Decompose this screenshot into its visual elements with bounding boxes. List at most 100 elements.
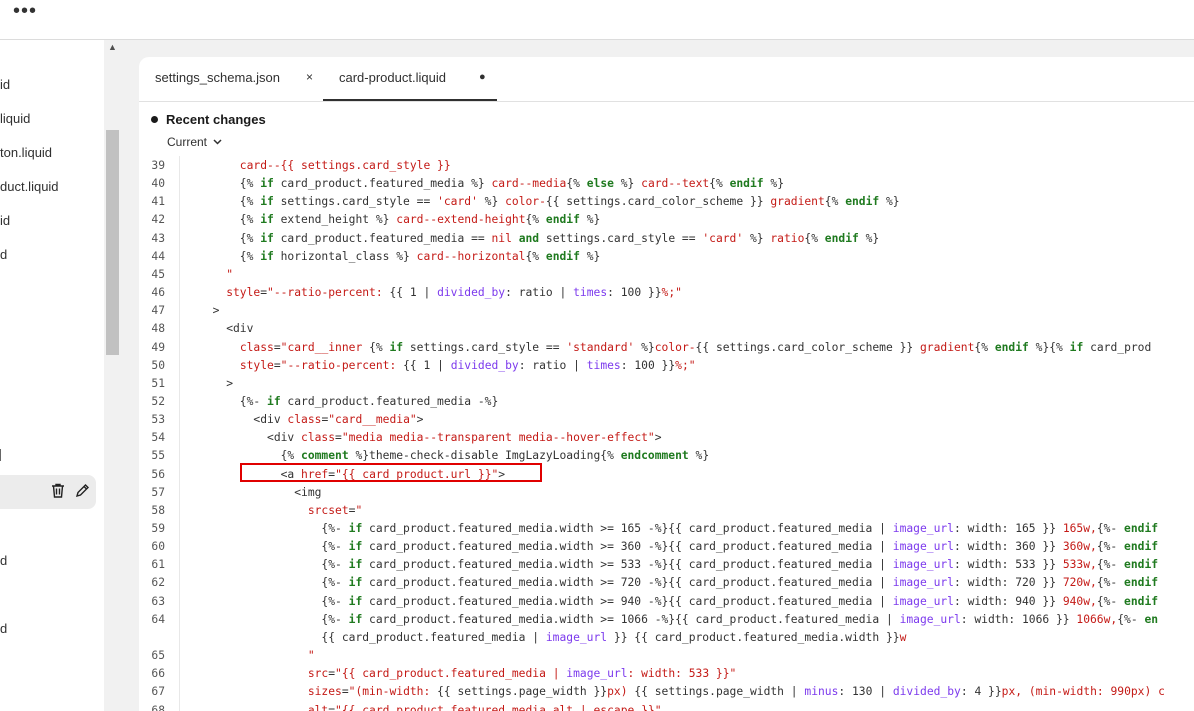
line-number: 61 [151, 558, 165, 572]
code-line[interactable]: 49 class="card__inner {% if settings.car… [139, 339, 1194, 357]
sidebar-file-item[interactable]: duct.liquid [0, 179, 59, 194]
code-token: {%- [199, 612, 349, 626]
code-text: {% if settings.card_style == 'card' %} c… [199, 193, 900, 211]
sidebar-file-item[interactable]: d [0, 553, 7, 568]
code-line[interactable]: 67 sizes="(min-width: {{ settings.page_w… [139, 683, 1194, 701]
code-line[interactable]: 47 > [139, 302, 1194, 320]
code-line[interactable]: 46 style="--ratio-percent: {{ 1 | divide… [139, 284, 1194, 302]
code-line[interactable]: 41 {% if settings.card_style == 'card' %… [139, 193, 1194, 211]
code-text: {{ card_product.featured_media | image_u… [199, 629, 906, 647]
code-token: 360w, [1062, 540, 1097, 554]
code-token: : 100 }} [620, 358, 676, 372]
code-token: : ratio | [518, 358, 587, 372]
code-line[interactable]: 51 > [139, 375, 1194, 393]
code-line[interactable]: 39 card--{{ settings.card_style }} [139, 157, 1194, 175]
code-line[interactable]: 68 alt="{{ card_product.featured_media.a… [139, 702, 1194, 711]
code-line[interactable]: 40 {% if card_product.featured_media %} … [139, 175, 1194, 193]
code-token: if [260, 213, 274, 227]
line-number: 68 [151, 703, 165, 711]
version-dropdown[interactable]: Current [167, 135, 222, 149]
line-number: 64 [151, 612, 165, 626]
code-line[interactable]: 59 {%- if card_product.featured_media.wi… [139, 520, 1194, 538]
code-token: {% [525, 249, 546, 263]
tab-settings-schema[interactable]: settings_schema.json [155, 70, 280, 85]
code-token: {{ settings.page_width | [634, 685, 805, 699]
code-token: : width: 360 }} [953, 540, 1063, 554]
scroll-up-arrow-icon[interactable]: ▲ [108, 42, 117, 52]
code-token: {%- [199, 540, 349, 554]
code-line[interactable]: 52 {%- if card_product.featured_media -%… [139, 393, 1194, 411]
line-number: 43 [151, 231, 165, 245]
code-token: endif [1124, 558, 1159, 572]
sidebar-file-item[interactable]: liquid [0, 111, 30, 126]
line-number: 59 [151, 522, 165, 535]
code-token: %} [743, 231, 771, 245]
code-token: %} [477, 195, 506, 209]
code-token: 1066w, [1076, 612, 1118, 626]
code-line[interactable]: 43 {% if card_product.featured_media == … [139, 230, 1194, 248]
trash-icon[interactable] [51, 483, 65, 498]
code-token: "--ratio-percent: [280, 358, 404, 372]
sidebar-file-item[interactable]: ton.liquid [0, 145, 52, 160]
code-text: {%- if card_product.featured_media.width… [199, 593, 1158, 611]
code-line[interactable]: 48 <div [139, 320, 1194, 338]
code-token: {% [199, 177, 261, 191]
sidebar-scrollbar[interactable]: ▲ [104, 40, 120, 711]
code-token: image_url [892, 558, 954, 572]
code-content[interactable]: 39 card--{{ settings.card_style }} 40 {% … [139, 156, 1194, 711]
code-line[interactable]: 44 {% if horizontal_class %} card--horiz… [139, 248, 1194, 266]
code-token: : width: 720 }} [953, 576, 1063, 590]
code-text: card--{{ settings.card_style }} [199, 157, 451, 175]
code-line[interactable]: 54 <div class="media media--transparent … [139, 429, 1194, 447]
tab-card-product[interactable]: card-product.liquid [339, 70, 446, 85]
code-token: ratio [770, 231, 805, 245]
sidebar-file-item[interactable]: id [0, 213, 10, 228]
code-token: card_product.featured_media.width >= 720… [362, 576, 893, 590]
code-token: endif [1124, 594, 1159, 608]
code-token: class [239, 340, 274, 354]
code-token: {% [709, 177, 730, 191]
code-line[interactable]: {{ card_product.featured_media | image_u… [139, 629, 1194, 647]
code-token: card_product.featured_media -%} [280, 394, 499, 408]
close-tab-icon[interactable]: × [306, 70, 313, 84]
code-line[interactable]: 62 {%- if card_product.featured_media.wi… [139, 574, 1194, 592]
recent-changes-header: Recent changes [151, 112, 266, 127]
code-line[interactable]: 60 {%- if card_product.featured_media.wi… [139, 538, 1194, 556]
code-token: 'card' [702, 231, 744, 245]
code-line[interactable]: 65 " [139, 647, 1194, 665]
code-line[interactable]: 58 srcset=" [139, 502, 1194, 520]
code-token: comment [301, 449, 349, 463]
code-line[interactable]: 42 {% if extend_height %} card--extend-h… [139, 211, 1194, 229]
line-number: 51 [151, 376, 165, 390]
code-token: "--ratio-percent: [267, 286, 390, 300]
code-token: times [586, 358, 621, 372]
code-token: card_product.featured_media.width >= 165… [362, 522, 893, 535]
sidebar-file-item[interactable]: id [0, 77, 10, 92]
sidebar-file-item[interactable]: d [0, 247, 7, 262]
line-number: 48 [151, 322, 165, 336]
code-line[interactable]: 45 " [139, 266, 1194, 284]
code-token: nil [491, 231, 512, 245]
code-editor: settings_schema.json × card-product.liqu… [139, 57, 1194, 711]
pencil-icon[interactable] [75, 483, 90, 498]
more-horizontal-icon[interactable]: ••• [13, 0, 37, 23]
code-line[interactable]: 57 <img [139, 484, 1194, 502]
code-token: "media media--transparent media--hover-e… [341, 431, 655, 445]
line-number: 56 [151, 467, 165, 481]
code-line[interactable]: 64 {%- if card_product.featured_media.wi… [139, 611, 1194, 629]
line-number: 66 [151, 667, 165, 681]
code-line[interactable]: 63 {%- if card_product.featured_media.wi… [139, 593, 1194, 611]
scroll-thumb[interactable] [106, 130, 119, 355]
code-text: <div class="media media--transparent med… [199, 429, 662, 447]
code-line[interactable]: 53 <div class="card__media"> [139, 411, 1194, 429]
code-token: " [355, 503, 363, 517]
code-line[interactable]: 50 style="--ratio-percent: {{ 1 | divide… [139, 357, 1194, 375]
sidebar-file-item-active[interactable] [0, 475, 96, 509]
sidebar-file-item[interactable]: d [0, 621, 7, 636]
code-token: divided_by [437, 286, 506, 300]
code-line[interactable]: 66 src="{{ card_product.featured_media |… [139, 665, 1194, 683]
code-line[interactable]: 61 {%- if card_product.featured_media.wi… [139, 556, 1194, 574]
code-token: card_product.featured_media %} [273, 177, 492, 191]
